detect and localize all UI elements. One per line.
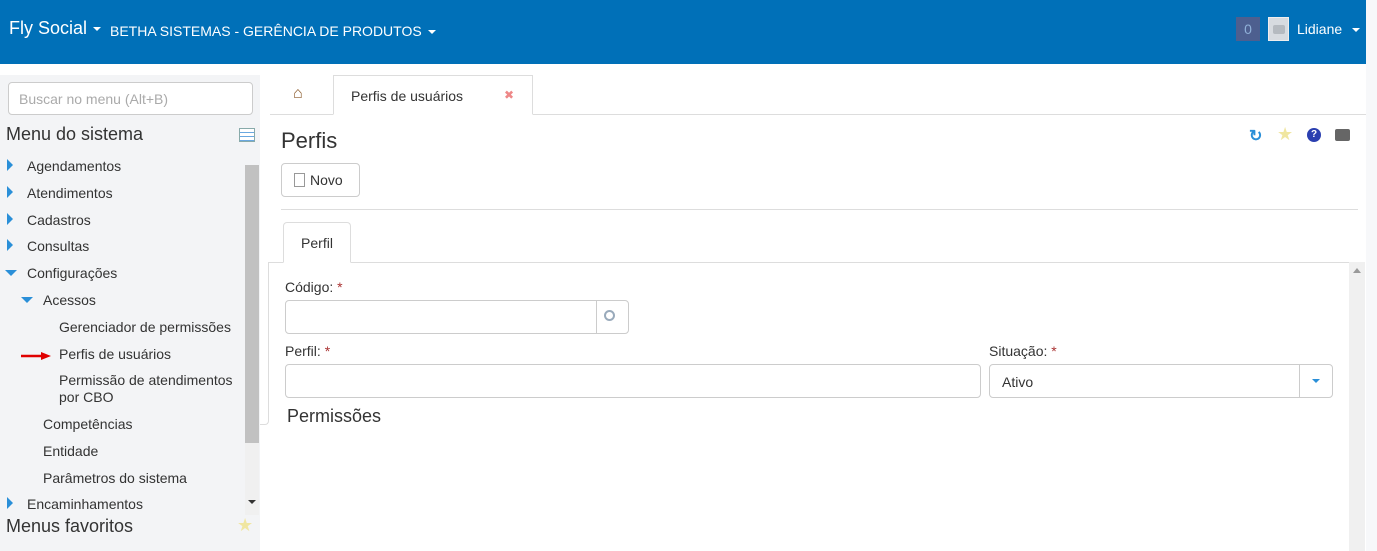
- scroll-down-icon[interactable]: [248, 500, 256, 504]
- caret-down-icon: [427, 30, 436, 35]
- codigo-label: Código: *: [285, 279, 343, 295]
- red-arrow-icon: [21, 347, 51, 365]
- item-label: Configurações: [27, 265, 118, 281]
- close-tab-icon[interactable]: ✖: [504, 88, 514, 102]
- brand-menu[interactable]: Fly Social: [9, 18, 102, 39]
- document-icon: [294, 173, 305, 187]
- expand-icon: [7, 159, 13, 171]
- sidebar: Menu do sistema Agendamentos Atendimento…: [0, 75, 260, 551]
- item-label: Acessos: [43, 292, 96, 308]
- expand-icon: [7, 213, 13, 225]
- tab-perfis-usuarios[interactable]: Perfis de usuários ✖: [333, 75, 533, 115]
- situacao-select[interactable]: Ativo: [989, 364, 1333, 398]
- subtab-perfil[interactable]: Perfil: [283, 222, 351, 263]
- sidebar-scroll-thumb[interactable]: [245, 165, 259, 443]
- perfil-input[interactable]: [285, 364, 981, 398]
- refresh-icon[interactable]: ↻: [1249, 126, 1262, 146]
- home-tab-icon[interactable]: ⌂: [293, 85, 303, 103]
- user-name: Lidiane: [1297, 21, 1343, 37]
- situacao-value: Ativo: [1002, 374, 1034, 390]
- item-label: Agendamentos: [27, 158, 122, 174]
- sidebar-item-entidade[interactable]: Entidade: [43, 443, 98, 459]
- menu-search-input[interactable]: [8, 82, 253, 115]
- right-edge-strip: [1366, 0, 1377, 551]
- panel-edge: [260, 262, 269, 425]
- codigo-input[interactable]: [285, 300, 629, 334]
- item-label: Atendimentos: [27, 185, 113, 201]
- top-navbar: Fly Social BETHA SISTEMAS - GERÊNCIA DE …: [0, 0, 1366, 64]
- tab-label: Perfis de usuários: [351, 88, 464, 104]
- item-label: Consultas: [27, 238, 90, 254]
- chevron-down-icon: [1312, 379, 1320, 383]
- expand-icon: [7, 239, 13, 251]
- item-label: Cadastros: [27, 212, 91, 228]
- avatar-camera-icon[interactable]: [1268, 17, 1289, 41]
- organization-label: BETHA SISTEMAS - GERÊNCIA DE PRODUTOS: [110, 23, 422, 39]
- divider: [281, 209, 1358, 210]
- item-label: Encaminhamentos: [27, 496, 143, 512]
- sidebar-item-competencias[interactable]: Competências: [43, 416, 133, 432]
- notification-badge[interactable]: 0: [1236, 17, 1260, 41]
- expand-icon: [7, 186, 13, 198]
- sidebar-item-gerenciador-permissoes[interactable]: Gerenciador de permissões: [59, 319, 231, 335]
- caret-down-icon: [1352, 28, 1361, 33]
- collapse-icon: [21, 297, 33, 303]
- caret-down-icon: [93, 27, 102, 32]
- collapse-icon: [5, 270, 17, 276]
- help-icon[interactable]: ?: [1307, 128, 1321, 142]
- panel-border: [268, 262, 1349, 263]
- sidebar-item-permissao-cbo[interactable]: Permissão de atendimentos por CBO: [59, 372, 244, 406]
- new-button[interactable]: Novo: [281, 163, 360, 197]
- perfil-label: Perfil: *: [285, 343, 331, 359]
- expand-icon: [7, 497, 13, 509]
- content-scrollbar[interactable]: [1349, 262, 1365, 551]
- permissions-heading: Permissões: [287, 406, 382, 426]
- favorites-title: Menus favoritos: [6, 516, 134, 536]
- brand-label: Fly Social: [9, 18, 88, 38]
- organization-menu[interactable]: BETHA SISTEMAS - GERÊNCIA DE PRODUTOS: [110, 23, 436, 39]
- situacao-label: Situação: *: [989, 343, 1057, 359]
- page-title: Perfis: [281, 128, 338, 153]
- favorite-star-icon[interactable]: ★: [1277, 124, 1293, 145]
- search-icon[interactable]: [604, 310, 615, 321]
- sidebar-item-perfis-usuarios[interactable]: Perfis de usuários: [59, 346, 171, 362]
- favorite-star-icon[interactable]: ★: [237, 515, 253, 536]
- scroll-up-icon[interactable]: [1353, 268, 1361, 273]
- new-button-label: Novo: [310, 172, 343, 188]
- print-icon[interactable]: [1335, 129, 1350, 141]
- user-menu[interactable]: Lidiane: [1297, 21, 1361, 37]
- menu-layout-icon[interactable]: [239, 128, 255, 142]
- sidebar-title: Menu do sistema: [6, 124, 144, 144]
- sidebar-item-parametros[interactable]: Parâmetros do sistema: [43, 470, 187, 486]
